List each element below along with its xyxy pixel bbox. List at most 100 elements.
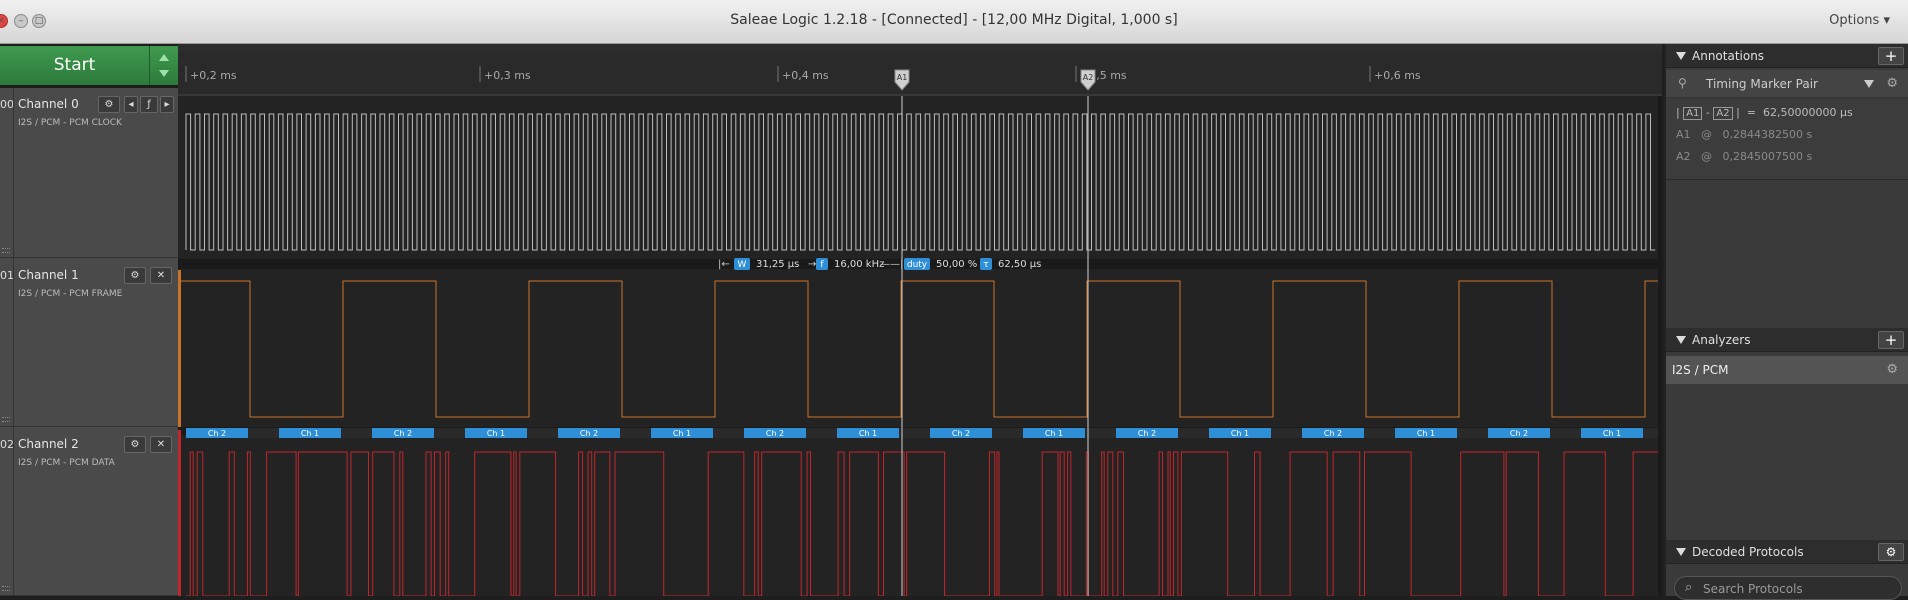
start-button[interactable]: Start	[0, 46, 150, 85]
protocol-frame-label: Ch 1	[1417, 429, 1435, 438]
channel-settings-gear-icon[interactable]: ⚙	[98, 96, 120, 113]
next-edge-icon[interactable]: ▸	[160, 96, 174, 113]
annotations-header[interactable]: Annotations +	[1666, 44, 1908, 68]
drag-handle-icon[interactable]	[2, 586, 10, 591]
pin-icon: ⚲	[1678, 76, 1687, 90]
drag-handle-icon[interactable]	[2, 248, 10, 253]
channel-close-icon[interactable]: ✕	[150, 436, 172, 453]
channel-name[interactable]: Channel 0	[18, 97, 79, 111]
prev-edge-icon[interactable]: ◂	[124, 96, 138, 113]
collapse-triangle-icon[interactable]	[1676, 548, 1686, 556]
frame-waveform	[178, 280, 1662, 418]
waveform-plot[interactable]: +0,2 ms +0,3 ms +0,4 ms +0,5 ms +0,6 ms |← W 31…	[178, 44, 1662, 596]
analyzers-header[interactable]: Analyzers +	[1666, 328, 1908, 352]
period-arrow-icon: ——|	[880, 259, 903, 270]
channel-list: 00 Channel 0 I2S / PCM - PCM CLOCK ⚙ ◂ ƒ…	[0, 88, 178, 596]
ruler-tick-label: +0,6 ms	[1374, 69, 1421, 82]
width-arrow-icon: |←	[718, 259, 730, 270]
search-icon: ⌕	[1685, 580, 1693, 595]
analyzer-name: I2S / PCM	[1672, 363, 1729, 377]
channel-divider	[13, 88, 14, 596]
protocol-frame-label: Ch 2	[208, 429, 226, 438]
protocol-frame-label: Ch 1	[301, 429, 319, 438]
ruler-top-strip	[178, 44, 1662, 52]
protocol-frame-label: Ch 2	[394, 429, 412, 438]
period-badge-label: τ	[983, 260, 988, 270]
difference-value: 62,50000000 µs	[1762, 106, 1853, 119]
trigger-edge-icon[interactable]: ƒ	[140, 96, 158, 113]
channel-settings-gear-icon[interactable]: ⚙	[124, 436, 146, 453]
protocol-frame-label: Ch 1	[1045, 429, 1063, 438]
marker-a2-position: A2 @ 0,2845007500 s	[1676, 150, 1813, 163]
channel-name[interactable]: Channel 2	[18, 437, 79, 451]
time-ruler[interactable]	[178, 52, 1662, 96]
channel-number: 02	[0, 438, 14, 451]
side-panel: Annotations + ⚲ Timing Marker Pair ⚙ | A…	[1664, 44, 1908, 600]
options-menu[interactable]: Options ▾	[1829, 13, 1890, 28]
title-bar: × – □ Saleae Logic 1.2.18 - [Connected] …	[0, 0, 1908, 44]
channel-close-icon[interactable]: ✕	[150, 267, 172, 284]
section-title: Analyzers	[1692, 333, 1751, 347]
analyzer-settings-gear-icon[interactable]: ⚙	[1886, 362, 1898, 377]
timing-marker-label: A2	[1083, 73, 1094, 82]
data-waveform	[186, 451, 1658, 596]
section-title: Decoded Protocols	[1692, 545, 1804, 559]
marker-difference: | A1 - A2 | = 62,50000000 µs	[1676, 106, 1853, 120]
channel-analyzer-label: I2S / PCM - PCM CLOCK	[18, 118, 122, 128]
channel-1-row[interactable]: 01 Channel 1 I2S / PCM - PCM FRAME ⚙ ✕	[0, 259, 178, 427]
channel-number: 00	[0, 98, 14, 111]
start-options-arrows[interactable]	[150, 46, 178, 85]
decoded-settings-gear-icon[interactable]: ⚙	[1878, 543, 1904, 561]
collapse-triangle-icon[interactable]	[1676, 52, 1686, 60]
protocol-frame-label: Ch 2	[1138, 429, 1156, 438]
search-protocols-input[interactable]	[1703, 580, 1893, 597]
search-protocols[interactable]: ⌕	[1674, 576, 1902, 600]
arrow-up-icon[interactable]	[159, 54, 169, 61]
width-badge-label: W	[738, 260, 747, 270]
annotation-settings-gear-icon[interactable]: ⚙	[1886, 76, 1898, 91]
channel-number: 01	[0, 269, 14, 282]
marker-a1-position: A1 @ 0,2844382500 s	[1676, 128, 1813, 141]
timing-marker-pair-row[interactable]: ⚲ Timing Marker Pair ⚙	[1666, 70, 1908, 98]
marker-a2-tag: A2	[1713, 107, 1733, 120]
dropdown-icon[interactable]	[1864, 80, 1874, 88]
timing-marker-label: A1	[897, 73, 908, 82]
waveform-canvas[interactable]: +0,2 ms +0,3 ms +0,4 ms +0,5 ms +0,6 ms|← W 31…	[178, 44, 1662, 596]
trigger-indicator	[178, 430, 181, 596]
marker-a1-tag: A1	[1683, 107, 1703, 120]
frequency-value: 16,00 kHz	[834, 259, 884, 270]
channel-settings-gear-icon[interactable]: ⚙	[124, 267, 146, 284]
drag-handle-icon[interactable]	[2, 417, 10, 422]
protocol-frame-label: Ch 2	[580, 429, 598, 438]
protocol-frame-label: Ch 1	[487, 429, 505, 438]
protocol-frame-label: Ch 1	[673, 429, 691, 438]
channel-2-row[interactable]: 02 Channel 2 I2S / PCM - PCM DATA ⚙ ✕	[0, 428, 178, 596]
decoded-protocols-header[interactable]: Decoded Protocols ⚙	[1666, 540, 1908, 564]
ruler-tick-label: +0,2 ms	[190, 69, 237, 82]
period-value: 62,50 µs	[998, 259, 1041, 270]
protocol-frame-label: Ch 2	[1510, 429, 1528, 438]
channel-0-row[interactable]: 00 Channel 0 I2S / PCM - PCM CLOCK ⚙ ◂ ƒ…	[0, 88, 178, 258]
duty-cycle-value: 50,00 %	[936, 259, 977, 270]
collapse-triangle-icon[interactable]	[1676, 336, 1686, 344]
analyzer-item[interactable]: I2S / PCM ⚙	[1666, 356, 1908, 384]
protocol-frame-label: Ch 1	[1231, 429, 1249, 438]
add-annotation-button[interactable]: +	[1878, 47, 1904, 65]
add-analyzer-button[interactable]: +	[1878, 331, 1904, 349]
duty-badge-label: duty	[907, 260, 928, 270]
protocol-frame-label: Ch 1	[859, 429, 877, 438]
channel-name[interactable]: Channel 1	[18, 268, 79, 282]
clock-lane	[186, 114, 1660, 250]
arrow-down-icon[interactable]	[159, 70, 169, 77]
window-title: Saleae Logic 1.2.18 - [Connected] - [12,…	[730, 12, 1178, 28]
channel-analyzer-label: I2S / PCM - PCM FRAME	[18, 289, 123, 299]
ruler-tick-label: +0,4 ms	[782, 69, 829, 82]
ruler-tick-label: +0,3 ms	[484, 69, 531, 82]
protocol-frame-label: Ch 1	[1603, 429, 1621, 438]
channel-color-bar	[178, 270, 181, 427]
section-title: Annotations	[1692, 49, 1765, 63]
protocol-frame-label: Ch 2	[766, 429, 784, 438]
annotation-details: | A1 - A2 | = 62,50000000 µs A1 @ 0,2844…	[1666, 100, 1908, 180]
pulse-width-value: 31,25 µs	[756, 259, 799, 270]
annotation-name: Timing Marker Pair	[1706, 77, 1818, 91]
